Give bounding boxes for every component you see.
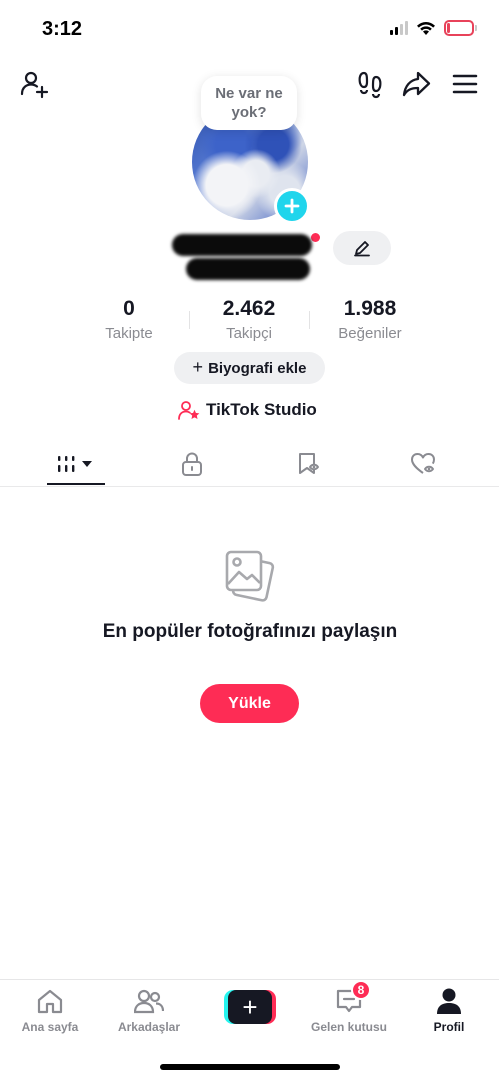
status-time: 3:12: [42, 18, 83, 40]
stat-divider: [189, 311, 190, 329]
stat-followers[interactable]: 2.462 Takipçi: [199, 296, 299, 344]
nav-home-label: Ana sayfa: [21, 1020, 79, 1034]
stat-likes[interactable]: 1.988 Beğeniler: [320, 296, 420, 344]
status-indicators: 13: [390, 20, 477, 36]
plus-icon: +: [228, 990, 272, 1024]
plus-icon: +: [192, 357, 204, 377]
active-tab-indicator: [47, 483, 105, 485]
grid-dropdown-icon: [58, 456, 92, 472]
nav-profile[interactable]: Profil: [404, 986, 494, 1034]
edit-profile-button[interactable]: [333, 231, 391, 265]
home-icon: [37, 989, 63, 1014]
stat-following-label: Takipte: [105, 325, 153, 342]
nav-home[interactable]: Ana sayfa: [5, 986, 95, 1034]
liked-hidden-icon: [411, 453, 435, 474]
photos-icon: [222, 548, 278, 604]
add-story-button[interactable]: [274, 188, 310, 224]
lock-icon: [182, 452, 202, 476]
tab-private[interactable]: [162, 446, 222, 482]
note-text: Ne var ne yok?: [215, 85, 283, 121]
tab-videos[interactable]: [46, 446, 106, 482]
menu-icon[interactable]: [449, 68, 481, 100]
stat-likes-label: Beğeniler: [338, 325, 402, 342]
bottom-nav-divider: [0, 979, 499, 980]
friends-icon: [134, 989, 164, 1014]
nav-profile-label: Profil: [433, 1020, 465, 1034]
tab-liked[interactable]: [394, 446, 454, 482]
upload-button[interactable]: Yükle: [200, 684, 299, 723]
profile-icon: [437, 988, 461, 1014]
stat-likes-value: 1.988: [343, 297, 397, 320]
pencil-icon: [354, 241, 370, 257]
stat-divider: [309, 311, 310, 329]
nav-inbox[interactable]: 8 Gelen kutusu: [304, 980, 394, 1034]
stat-followers-value: 2.462: [222, 297, 276, 320]
nav-friends[interactable]: Arkadaşlar: [104, 986, 194, 1034]
signal-icon: [390, 21, 408, 35]
add-friend-icon[interactable]: [18, 68, 50, 100]
stat-following-value: 0: [123, 297, 135, 320]
tabs-divider: [0, 486, 499, 487]
stat-followers-label: Takipçi: [226, 325, 272, 342]
studio-person-star-icon: [178, 401, 200, 420]
nav-friends-label: Arkadaşlar: [117, 1020, 181, 1034]
battery-level: 13: [452, 21, 466, 33]
create-button[interactable]: +: [224, 990, 276, 1024]
bookmark-icon: [299, 453, 319, 474]
add-bio-label: Biyografi ekle: [208, 359, 307, 377]
stat-following[interactable]: 0 Takipte: [79, 296, 179, 344]
studio-label: TikTok Studio: [206, 400, 317, 419]
tab-saved[interactable]: [278, 446, 338, 482]
nav-inbox-label: Gelen kutusu: [310, 1020, 387, 1034]
plus-icon: [284, 198, 300, 214]
home-indicator: [160, 1064, 340, 1070]
username-redacted: [168, 232, 318, 286]
tiktok-studio-link[interactable]: TikTok Studio: [178, 400, 317, 420]
footprints-icon[interactable]: [354, 68, 386, 100]
add-bio-button[interactable]: + Biyografi ekle: [174, 352, 325, 384]
share-icon[interactable]: [400, 68, 432, 100]
wifi-icon: [417, 21, 435, 35]
inbox-badge: 8: [351, 980, 371, 1000]
note-bubble[interactable]: Ne var ne yok?: [201, 76, 297, 130]
battery-icon: 13: [444, 20, 474, 36]
empty-state-title: En popüler fotoğrafınızı paylaşın: [102, 621, 398, 642]
